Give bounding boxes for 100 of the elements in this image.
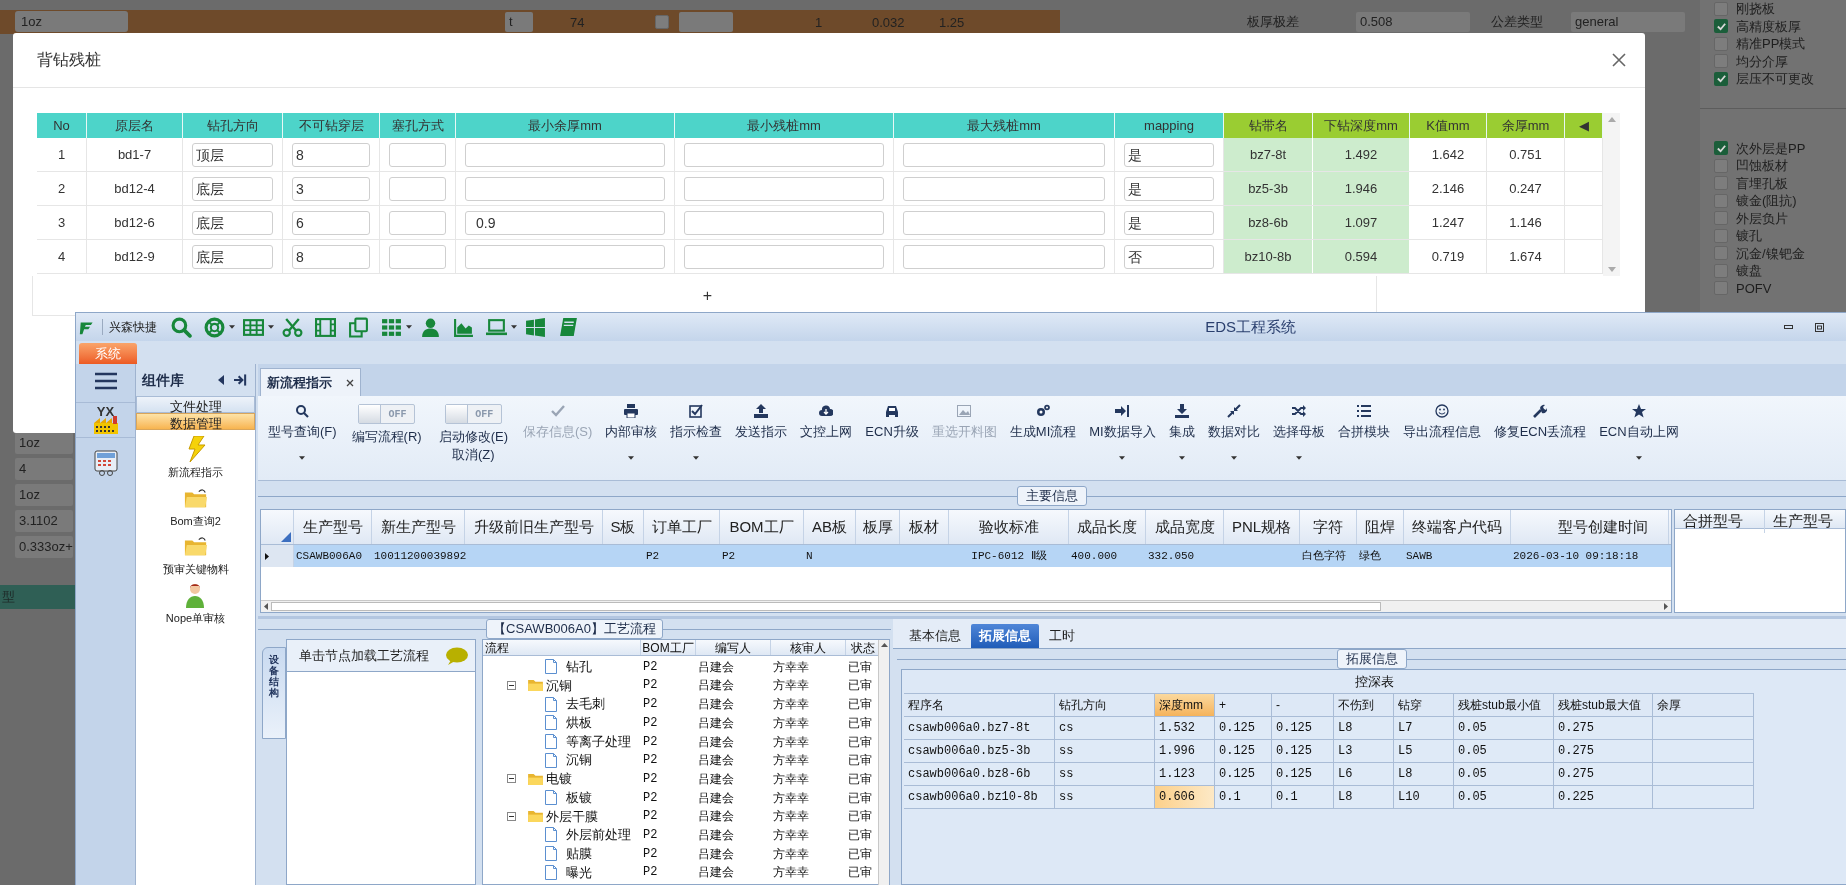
tree-item[interactable]: 板镀 (566, 787, 592, 808)
ribbon-button[interactable]: 生成MI流程 (1005, 396, 1081, 442)
ribbon-button[interactable]: 发送指示 (731, 396, 792, 442)
input-field[interactable] (903, 210, 1105, 235)
arrow-down-icon[interactable] (1607, 267, 1616, 272)
apps-icon[interactable] (381, 316, 402, 338)
caret-icon[interactable] (511, 325, 517, 329)
checkbox[interactable] (1714, 71, 1728, 86)
input-field[interactable] (684, 142, 884, 167)
ribbon-button[interactable]: 集成 (1164, 396, 1199, 460)
column-header[interactable]: 升级前旧生产型号 (465, 510, 603, 544)
copy-icon[interactable] (348, 316, 369, 338)
column-header[interactable]: 成品长度 (1069, 510, 1146, 544)
column-header[interactable]: 成品宽度 (1146, 510, 1224, 544)
input-field[interactable]: 0.508 (1356, 12, 1470, 32)
ribbon-button[interactable]: ECN自动上网 (1595, 396, 1683, 460)
column-header[interactable]: 新生产型号 (372, 510, 465, 544)
input-field[interactable]: general (1571, 12, 1685, 32)
arrow-up-icon[interactable] (880, 643, 888, 647)
film-icon[interactable] (315, 316, 336, 338)
component-item[interactable]: Bom查询2 (170, 512, 221, 529)
tree-item[interactable]: 沉铜 (546, 675, 572, 696)
input-field[interactable]: 6 (292, 210, 370, 235)
tab[interactable]: 拓展信息 (971, 624, 1039, 648)
tab[interactable]: 基本信息 (905, 624, 965, 648)
column-header[interactable]: PNL规格 (1224, 510, 1300, 544)
input-field[interactable] (679, 12, 733, 32)
column-header[interactable]: 验收标准 (949, 510, 1069, 544)
toggle-label[interactable]: 启动修改(E) (438, 428, 508, 446)
close-icon[interactable] (1611, 52, 1627, 68)
document-tab[interactable]: 新流程指示 (260, 368, 361, 396)
column-header[interactable]: BOM工厂 (720, 510, 804, 544)
side-tab[interactable]: 设备结构 (262, 647, 286, 739)
caret-icon[interactable] (229, 325, 235, 329)
column-header[interactable]: 核审人 (771, 640, 846, 655)
tree-item[interactable]: 沉铜 (566, 750, 592, 770)
ribbon-button[interactable]: 选择母板 (1268, 396, 1329, 460)
input-field[interactable]: 8 (292, 142, 370, 167)
tree-item[interactable]: 外层干膜 (546, 806, 598, 826)
scrollbar[interactable] (1603, 113, 1620, 276)
collapse-icon[interactable] (507, 680, 516, 690)
input-field[interactable]: 1oz (15, 432, 73, 454)
ribbon-button[interactable]: 内部审核 (601, 396, 662, 460)
tree-item[interactable]: 钻孔 (566, 657, 592, 677)
input-field[interactable]: 是 (1124, 210, 1214, 235)
ribbon-button[interactable]: 文控上网 (796, 396, 857, 442)
lifebuoy-icon[interactable] (204, 316, 225, 338)
scissors-icon[interactable] (282, 316, 303, 338)
component-item[interactable]: 预审关键物料 (162, 561, 229, 578)
scroll-thumb[interactable] (271, 602, 1381, 611)
input-field[interactable]: 底层 (192, 244, 273, 269)
column-header[interactable]: 字符 (1300, 510, 1357, 544)
ribbon-button[interactable]: MI数据导入 (1085, 396, 1160, 460)
table-row[interactable]: csawb006a0.bz10-8b ss 0.606 0.1 0.1 L8 L10 0.05 0.225 (904, 785, 1754, 808)
collapse-icon[interactable] (507, 774, 516, 784)
input-field[interactable]: 3 (292, 176, 370, 201)
component-item[interactable]: 新流程指示 (168, 464, 223, 481)
search-icon[interactable] (171, 316, 192, 338)
table-row[interactable]: csawb006a0.bz8-6b ss 1.123 0.125 0.125 L6 L8 0.05 0.275 (904, 762, 1754, 785)
input-field[interactable]: 0.9 (465, 210, 665, 235)
ribbon-button[interactable]: ECN升级 (861, 396, 923, 442)
laptop-icon[interactable] (486, 316, 507, 338)
caret-icon[interactable] (406, 325, 412, 329)
factory-icon[interactable] (92, 416, 119, 434)
column-header[interactable]: 型号创建时间 (1511, 510, 1669, 544)
input-field[interactable]: 顶层 (192, 142, 273, 167)
restore-icon[interactable] (1815, 322, 1824, 332)
input-field[interactable] (389, 210, 446, 235)
column-header[interactable]: 订单工厂 (644, 510, 720, 544)
input-field[interactable] (903, 176, 1105, 201)
collapse-icon[interactable] (218, 375, 224, 385)
column-header[interactable]: 终端客户代码 (1404, 510, 1511, 544)
column-header[interactable]: 合拼型号 (1675, 510, 1765, 533)
column-header[interactable]: 板厚 (856, 510, 900, 544)
pin-icon[interactable] (234, 374, 247, 386)
calculator-icon[interactable] (93, 450, 118, 476)
column-header[interactable]: S板 (603, 510, 644, 544)
column-header[interactable]: 流程 (483, 640, 641, 655)
input-field[interactable]: 是 (1124, 142, 1214, 167)
table-row[interactable]: csawb006a0.bz7-8t cs 1.532 0.125 0.125 L8 L7 0.05 0.275 (904, 716, 1754, 739)
column-header[interactable]: 编写人 (696, 640, 771, 655)
collapse-icon[interactable] (507, 811, 516, 821)
input-field[interactable]: 底层 (192, 210, 273, 235)
input-field[interactable]: 是 (1124, 176, 1214, 201)
input-field[interactable] (389, 244, 446, 269)
person-icon[interactable] (420, 316, 441, 338)
toggle-label[interactable]: 取消(Z) (452, 446, 495, 464)
input-field[interactable] (903, 244, 1105, 269)
input-field[interactable] (389, 176, 446, 201)
input-field[interactable] (903, 142, 1105, 167)
chart-icon[interactable] (453, 316, 474, 338)
table-row[interactable]: CSAWB006A0 10011200039892 P2 P2 N IPC-6012 Ⅱ级 400.000 332.050 白色字符 绿色 SAWB 2026-03-10 09:18:18 (261, 545, 1671, 567)
input-field[interactable]: 8 (292, 244, 370, 269)
column-header[interactable]: 深度mm (1155, 694, 1215, 716)
input-field[interactable]: t (505, 12, 533, 32)
tree-item[interactable]: 电镀 (546, 769, 572, 789)
input-field[interactable] (684, 244, 884, 269)
windows-icon[interactable] (525, 316, 546, 338)
arrow-right-icon[interactable] (1664, 603, 1668, 610)
tree-item[interactable]: 去毛刺 (566, 694, 605, 714)
